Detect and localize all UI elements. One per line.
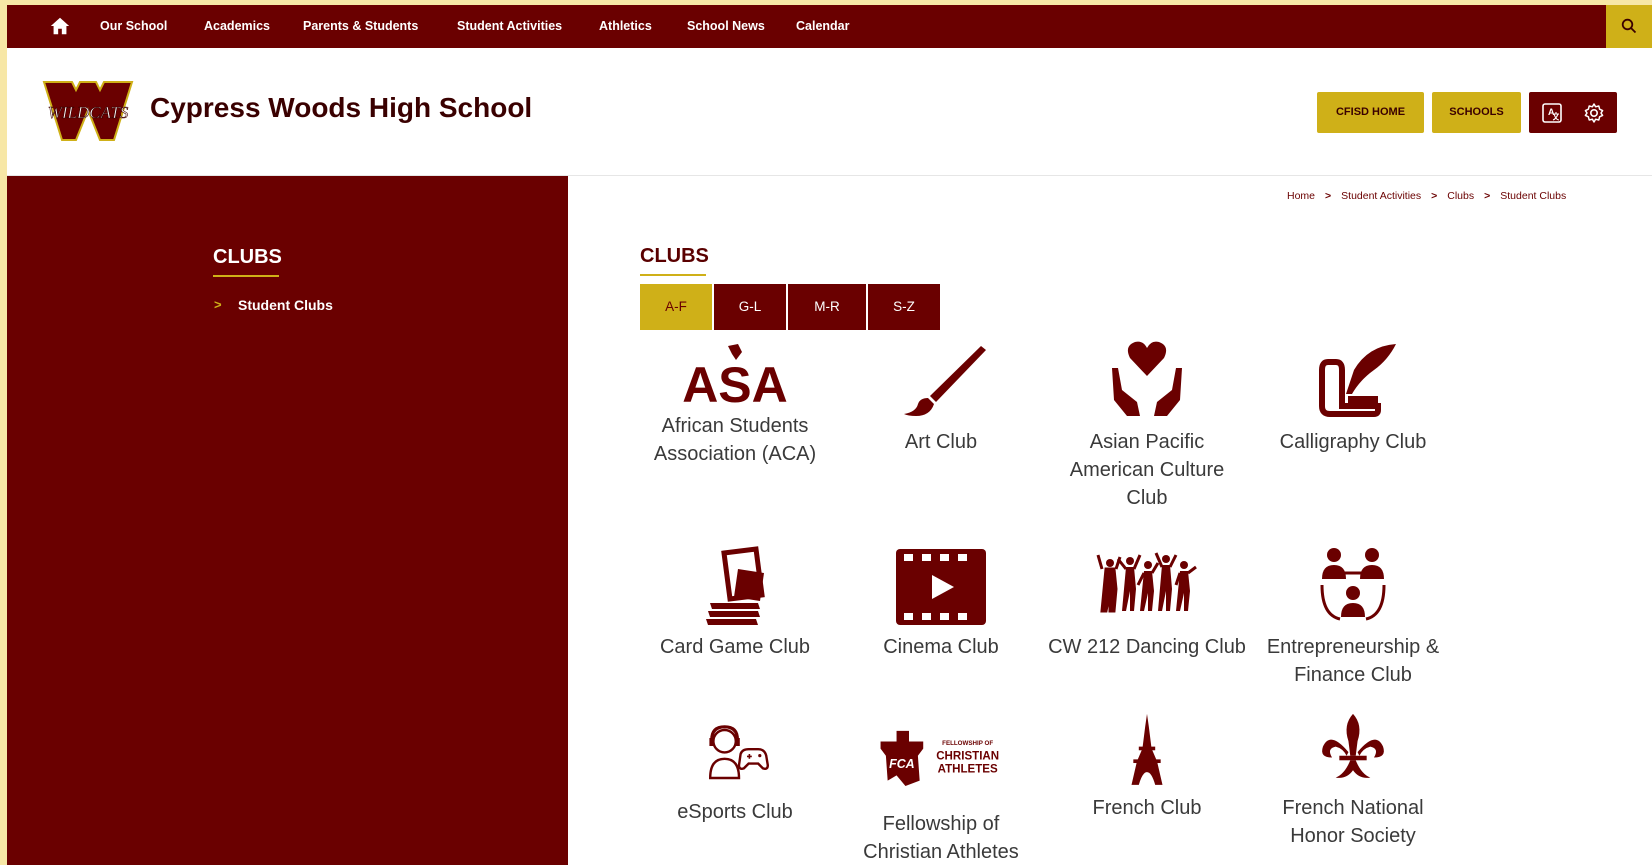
svg-text:A: A <box>1548 107 1555 117</box>
club-label: French Club <box>1092 797 1202 819</box>
quill-scroll-icon <box>1319 344 1396 417</box>
cfisd-home-button[interactable]: CFISD HOME <box>1317 92 1424 133</box>
sidebar: CLUBS > Student Clubs <box>7 176 568 865</box>
sidebar-title-underline <box>213 275 279 277</box>
breadcrumb-clubs[interactable]: Clubs <box>1447 190 1474 202</box>
heart-hands-icon <box>1112 341 1182 416</box>
schools-button[interactable]: SCHOOLS <box>1432 92 1521 133</box>
svg-text:FELLOWSHIP OF: FELLOWSHIP OF <box>942 740 993 747</box>
network-people-icon <box>1320 548 1386 621</box>
utility-buttons: A <box>1529 92 1617 133</box>
site-header: WILDCATS Cypress Woods High School CFISD… <box>7 48 1652 176</box>
dancers-icon <box>1096 552 1197 613</box>
nav-our-school[interactable]: Our School <box>100 5 167 48</box>
club-label: Entrepreneurship & Finance Club <box>1266 636 1440 686</box>
club-label: African Students Association (ACA) <box>653 415 817 465</box>
wildcats-logo[interactable]: WILDCATS <box>42 80 134 142</box>
fleur-de-lis-icon <box>1322 713 1384 778</box>
club-card-esports[interactable]: eSports Club <box>635 722 835 826</box>
club-label: Cinema Club <box>883 636 999 658</box>
page-title-underline <box>640 274 706 276</box>
sidebar-item-student-clubs[interactable]: Student Clubs <box>238 297 333 313</box>
club-card-calligraphy[interactable]: Calligraphy Club <box>1253 340 1453 456</box>
tab-s-z[interactable]: S-Z <box>868 284 940 330</box>
tab-a-f[interactable]: A-F <box>640 284 712 330</box>
breadcrumb-student-clubs: Student Clubs <box>1500 190 1567 202</box>
club-label: Fellowship of Christian Athletes <box>863 813 1019 863</box>
club-card-cw212-dancing[interactable]: CW 212 Dancing Club <box>1047 545 1247 661</box>
nav-student-activities[interactable]: Student Activities <box>457 5 562 48</box>
nav-parents-students[interactable]: Parents & Students <box>303 5 418 48</box>
nav-calendar[interactable]: Calendar <box>796 5 850 48</box>
sidebar-title: CLUBS <box>213 246 282 268</box>
top-nav-bar: Our School Academics Parents & Students … <box>7 5 1652 48</box>
club-label: French National Honor Society <box>1282 797 1424 847</box>
club-label: Card Game Club <box>659 636 811 658</box>
breadcrumb-home[interactable]: Home <box>1287 190 1315 202</box>
club-card-cinema[interactable]: Cinema Club <box>841 545 1041 661</box>
club-card-african-students[interactable]: ASA African Students Association (ACA) <box>635 340 835 468</box>
eiffel-tower-icon <box>1131 713 1163 785</box>
nav-school-news[interactable]: School News <box>687 5 765 48</box>
tab-m-r[interactable]: M-R <box>788 284 866 330</box>
svg-text:CHRISTIAN: CHRISTIAN <box>936 750 999 762</box>
school-name[interactable]: Cypress Woods High School <box>150 92 532 124</box>
club-card-card-game[interactable]: Card Game Club <box>635 545 835 661</box>
search-button[interactable] <box>1606 5 1652 48</box>
translate-icon[interactable]: A <box>1541 102 1563 124</box>
page: Our School Academics Parents & Students … <box>7 5 1652 865</box>
club-label: Art Club <box>904 431 978 453</box>
club-card-french[interactable]: French Club <box>1047 713 1247 822</box>
club-card-fca[interactable]: FCA FELLOWSHIP OF CHRISTIAN ATHLETES Fel… <box>841 722 1041 865</box>
club-label: Asian Pacific American Culture Club <box>1069 431 1225 509</box>
film-play-icon <box>896 549 986 625</box>
club-card-french-nhs[interactable]: French National Honor Society <box>1253 713 1453 850</box>
chevron-right-icon: > <box>214 297 222 312</box>
logo-text: WILDCATS <box>48 103 129 122</box>
tab-g-l[interactable]: G-L <box>714 284 786 330</box>
club-card-art[interactable]: Art Club <box>841 340 1041 456</box>
gear-icon[interactable] <box>1583 102 1605 124</box>
breadcrumb-separator: > <box>1325 190 1332 202</box>
breadcrumb-separator: > <box>1484 190 1491 202</box>
svg-text:FCA: FCA <box>889 757 915 771</box>
club-label: CW 212 Dancing Club <box>1048 636 1246 658</box>
breadcrumb-separator: > <box>1431 190 1438 202</box>
nav-athletics[interactable]: Athletics <box>599 5 652 48</box>
breadcrumb-student-activities[interactable]: Student Activities <box>1341 190 1421 202</box>
svg-text:ATHLETES: ATHLETES <box>938 764 998 776</box>
home-icon[interactable] <box>49 15 71 37</box>
club-label: Calligraphy Club <box>1279 431 1427 453</box>
nav-academics[interactable]: Academics <box>204 5 270 48</box>
club-card-entrepreneurship[interactable]: Entrepreneurship & Finance Club <box>1253 545 1453 689</box>
page-title: CLUBS <box>640 245 709 267</box>
gamer-icon <box>708 725 770 780</box>
fca-logo-icon: FCA FELLOWSHIP OF CHRISTIAN ATHLETES <box>880 730 999 786</box>
breadcrumb: Home > Student Activities > Clubs > Student Cl… <box>1287 190 1566 202</box>
club-card-asian-pacific[interactable]: Asian Pacific American Culture Club <box>1047 340 1247 512</box>
paintbrush-icon <box>904 346 986 416</box>
club-label: eSports Club <box>677 801 793 823</box>
svg-text:ASA: ASA <box>682 357 788 413</box>
search-icon <box>1621 18 1637 34</box>
cards-icon <box>706 546 765 625</box>
